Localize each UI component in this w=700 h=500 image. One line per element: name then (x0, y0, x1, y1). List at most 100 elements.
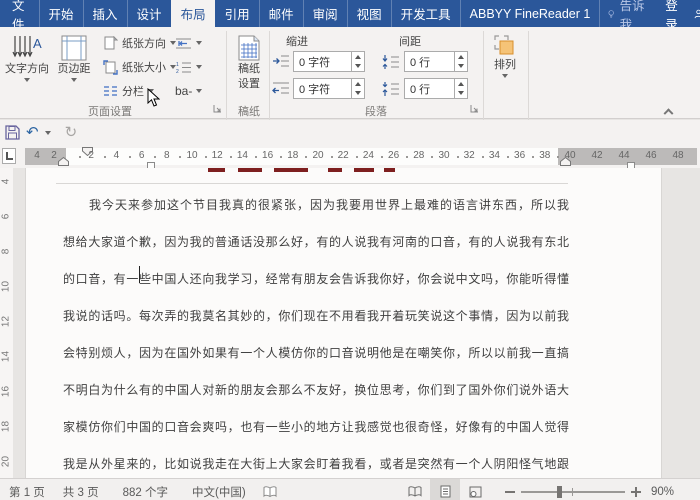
text-line: 家模仿你们中国的口音会爽吗，也有一些小的地方让我感觉也很奇怪，好像有的中国人觉得 (63, 409, 569, 446)
tab-stop-selector[interactable] (2, 148, 16, 164)
ribbon-tab[interactable]: 开发工具 (391, 0, 460, 27)
ribbon-layout: A 文字方向 页边距 纸张方向 纸张大小 (0, 27, 700, 119)
login-button[interactable]: 登录 (655, 0, 688, 27)
spin-up-button[interactable] (352, 79, 364, 89)
ribbon-tabs: 开始 插入 设计 布局 引用 邮件 审阅 视图 开发工具 ABBYY FineR… (39, 0, 600, 27)
zoom-out-button[interactable] (505, 491, 515, 493)
ribbon-tab[interactable]: 布局 (171, 0, 215, 27)
indent-right-icon (272, 81, 290, 95)
text-direction-button[interactable]: A 文字方向 (4, 30, 50, 105)
spacing-before-value: 0 行 (405, 54, 454, 70)
spacing-before-spinner[interactable]: 0 行 (404, 51, 468, 72)
document-page[interactable]: 我今天来参加这个节目我真的很紧张，因为我要用世界上最难的语言讲东西，所以我想给大… (25, 168, 662, 500)
paragraph-rule (56, 183, 568, 184)
tell-me-box[interactable]: 告诉我... (599, 0, 655, 27)
title-tab-bar: 文件 开始 插入 设计 布局 引用 邮件 审阅 视图 开发工具 ABBYY Fi… (0, 0, 700, 27)
chevron-down-icon (24, 78, 30, 82)
columns-label: 分栏 (122, 83, 144, 99)
ribbon-tab[interactable]: 开始 (39, 0, 83, 27)
ruler-number: 6 (1, 209, 12, 225)
page-number-status[interactable]: 第 1 页 (0, 484, 54, 500)
body-text: 我今天来参加这个节目我真的很紧张，因为我要用世界上最难的语言讲东西，所以我想给大… (63, 187, 569, 483)
lightbulb-icon (608, 7, 614, 21)
spellcheck-icon[interactable] (263, 486, 277, 498)
print-layout-button[interactable] (430, 479, 460, 500)
arrange-button[interactable]: 排列 (487, 30, 523, 105)
ribbon-tab-label: 开发工具 (401, 4, 451, 23)
ruler-number: 2 (83, 150, 99, 161)
indent-right-spinner[interactable]: 0 字符 (293, 78, 365, 99)
share-button[interactable]: 共享 (688, 0, 700, 27)
margins-icon (61, 35, 87, 61)
ribbon-tab-label: 插入 (93, 4, 118, 23)
hyphenation-button[interactable]: ba- (172, 80, 205, 102)
columns-icon (103, 84, 118, 99)
ribbon-tab-label: 布局 (181, 4, 206, 23)
spin-down-button[interactable] (455, 89, 467, 99)
undo-dropdown-icon[interactable] (45, 131, 51, 135)
ruler-tick (79, 156, 81, 158)
ribbon-tab[interactable]: 插入 (83, 0, 127, 27)
ribbon-tab-label: 视图 (357, 4, 382, 23)
ruler-tick (305, 156, 307, 158)
line-numbers-button[interactable]: 1 2 (172, 56, 205, 78)
paper-size-button[interactable]: 纸张大小 (100, 56, 179, 78)
margins-button[interactable]: 页边距 (52, 30, 96, 105)
language-status[interactable]: 中文(中国) (183, 484, 255, 500)
spin-down-button[interactable] (352, 62, 364, 72)
ribbon-tab[interactable]: 审阅 (303, 0, 347, 27)
ribbon-tab[interactable]: 引用 (215, 0, 259, 27)
read-mode-button[interactable] (400, 479, 430, 500)
document-area: 468101214161820 我今天来参加这个节目我真的很紧张，因为我要用世界… (0, 168, 700, 500)
status-bar: 第 1 页 共 3 页 882 个字 中文(中国) 90% (0, 478, 700, 500)
vertical-ruler[interactable]: 468101214161820 (0, 168, 13, 500)
paper-size-icon (103, 60, 118, 75)
web-layout-button[interactable] (460, 479, 490, 500)
ribbon-tab[interactable]: ABBYY FineReader 1 (460, 0, 600, 27)
collapse-ribbon-button[interactable] (665, 107, 674, 116)
ribbon-tab-label: 审阅 (313, 4, 338, 23)
ribbon-tab[interactable]: 设计 (127, 0, 171, 27)
ribbon-tab-label: 邮件 (269, 4, 294, 23)
zoom-slider-thumb[interactable] (557, 486, 562, 498)
spin-down-button[interactable] (352, 89, 364, 99)
view-switcher (400, 479, 490, 500)
spacing-after-icon (382, 81, 400, 97)
ruler-tick (381, 156, 383, 158)
spin-up-button[interactable] (455, 79, 467, 89)
chevron-down-icon (71, 78, 77, 82)
spin-down-button[interactable] (455, 62, 467, 72)
group-label-page-setup: 页面设置 (60, 103, 160, 119)
zoom-slider[interactable] (521, 491, 625, 493)
ruler-number: 12 (1, 314, 12, 330)
text-line: 想给大家道个歉，因为我的普通话没那么好，有的人说我有河南的口音，有的人说我有东北 (63, 224, 569, 261)
spin-up-button[interactable] (455, 52, 467, 62)
ruler-tick (255, 156, 257, 158)
chevron-down-icon (196, 41, 202, 45)
ribbon-tab[interactable]: 邮件 (259, 0, 303, 27)
clipped-text-remnant (238, 168, 262, 172)
breaks-button[interactable] (172, 32, 205, 54)
orientation-label: 纸张方向 (122, 35, 166, 51)
save-icon[interactable] (5, 125, 20, 140)
horizontal-ruler[interactable]: 4224681012141618202224262830323436384042… (25, 148, 697, 165)
ruler-number: 14 (1, 349, 12, 365)
share-person-icon (694, 7, 700, 21)
redo-icon[interactable]: ↻ (65, 125, 78, 140)
spin-up-button[interactable] (352, 52, 364, 62)
orientation-button[interactable]: 纸张方向 (100, 32, 179, 54)
total-pages-status: 共 3 页 (54, 484, 108, 500)
zoom-level[interactable]: 90% (647, 486, 674, 498)
undo-icon[interactable]: ↶ (26, 125, 39, 140)
text-caret (139, 266, 140, 283)
zoom-in-button[interactable] (631, 487, 641, 497)
ribbon-tab[interactable]: 视图 (347, 0, 391, 27)
spacing-after-spinner[interactable]: 0 行 (404, 78, 468, 99)
indent-left-spinner[interactable]: 0 字符 (293, 51, 365, 72)
text-line: 会特别烦人，因为在国外如果有一个人模仿你的口音说明他是在嘲笑你，所以以前我一直搞 (63, 335, 569, 372)
manuscript-setup-button[interactable]: 稿纸 设置 (231, 30, 267, 105)
word-count-status[interactable]: 882 个字 (114, 484, 177, 500)
tab-file[interactable]: 文件 (0, 0, 39, 27)
paragraph-dialog-launcher[interactable] (470, 104, 480, 114)
ruler-number: 34 (486, 150, 502, 161)
